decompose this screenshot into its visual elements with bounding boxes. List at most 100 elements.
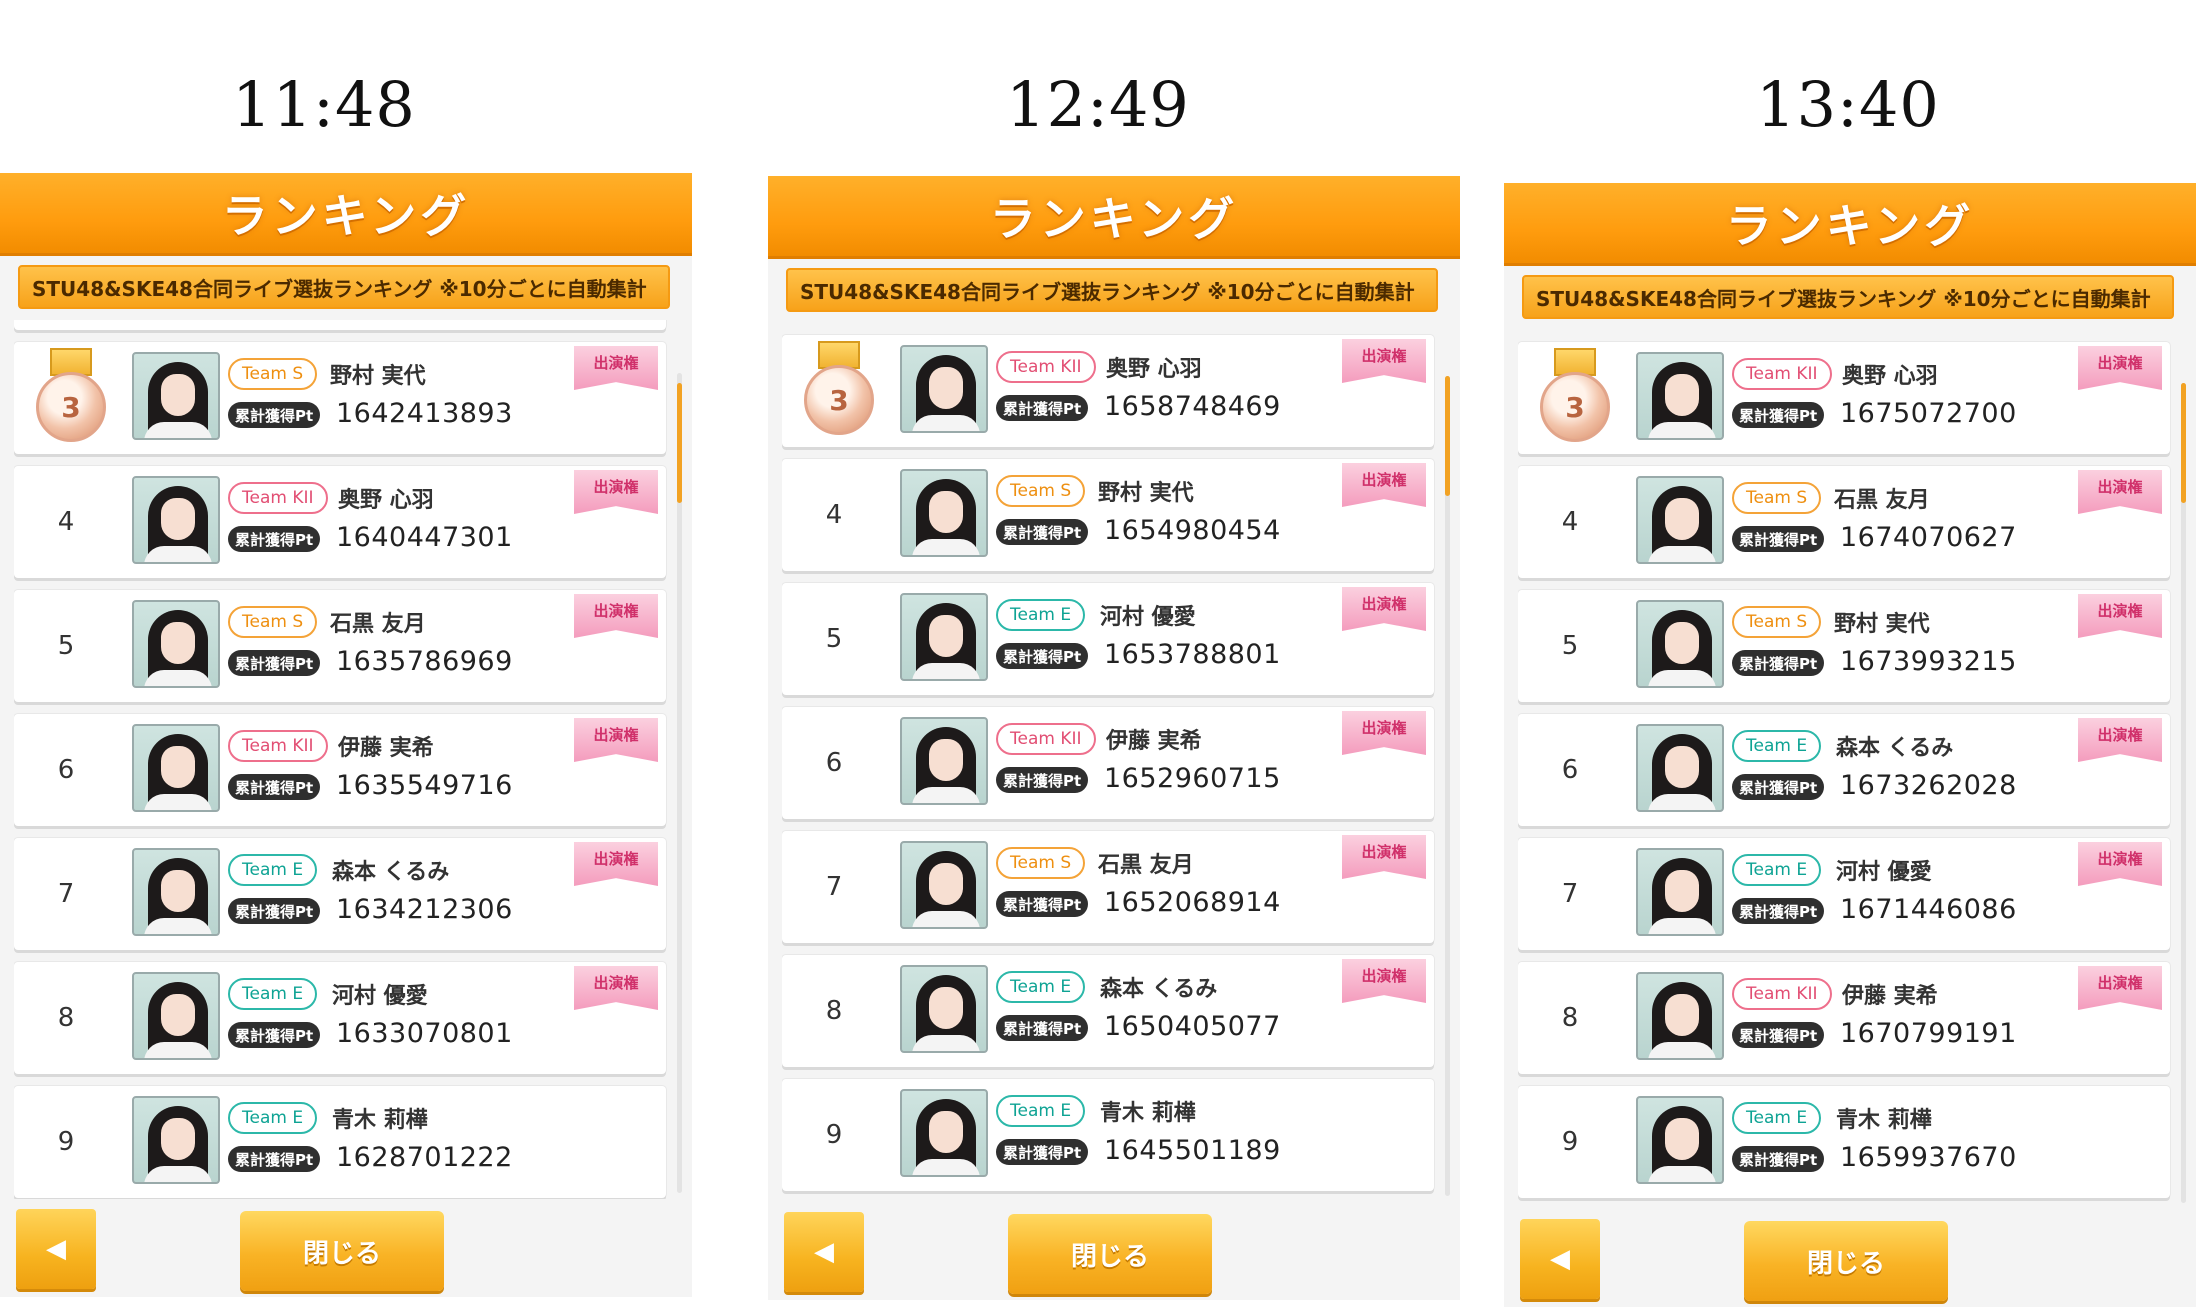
- scrollbar-thumb[interactable]: [1445, 376, 1450, 496]
- avatar-shirt: [1648, 670, 1716, 686]
- cumulative-points-label: 累計獲得Pt: [228, 898, 321, 924]
- member-avatar[interactable]: [132, 972, 220, 1060]
- performance-right-badge: 出演権: [1342, 959, 1426, 1003]
- rank-number: 5: [57, 631, 75, 661]
- ranking-row[interactable]: 9 Team E 青木 莉樺 累計獲得Pt 1645501189: [782, 1079, 1434, 1191]
- rank-number: 7: [57, 879, 75, 909]
- member-avatar[interactable]: [1636, 724, 1724, 812]
- ranking-row[interactable]: 8 Team E 河村 優愛 累計獲得Pt 1633070801 出演権: [14, 962, 666, 1074]
- back-button[interactable]: ◀: [784, 1212, 864, 1292]
- member-avatar[interactable]: [1636, 352, 1724, 440]
- member-avatar[interactable]: [132, 1096, 220, 1184]
- rank-number: 4: [57, 507, 75, 537]
- member-name: 石黒 友月: [1098, 853, 1194, 878]
- member-avatar[interactable]: [900, 469, 988, 557]
- scrollbar-thumb[interactable]: [2181, 383, 2186, 503]
- ranking-row[interactable]: 8 Team KII 伊藤 実希 累計獲得Pt 1670799191 出演権: [1518, 962, 2170, 1074]
- team-badge: Team S: [996, 847, 1086, 879]
- ranking-row[interactable]: 9 Team E 青木 莉樺 累計獲得Pt 1659937670: [1518, 1086, 2170, 1198]
- ranking-row[interactable]: 6 Team KII 伊藤 実希 累計獲得Pt 1652960715 出演権: [782, 707, 1434, 819]
- ranking-list[interactable]: 3 Team KII 奥野 心羽 累計獲得Pt 1658748469 出演権 4 Team…: [782, 323, 1438, 1202]
- member-avatar[interactable]: [132, 848, 220, 936]
- ranking-row[interactable]: 6 Team E 森本 くるみ 累計獲得Pt 1673262028 出演権: [1518, 714, 2170, 826]
- member-avatar[interactable]: [132, 600, 220, 688]
- avatar-shirt: [144, 546, 212, 562]
- ranking-row[interactable]: 8 Team E 森本 くるみ 累計獲得Pt 1650405077 出演権: [782, 955, 1434, 1067]
- scrollbar-thumb[interactable]: [677, 383, 682, 503]
- time-label-2: 12:49: [1006, 68, 1190, 141]
- cumulative-points-label: 累計獲得Pt: [1732, 526, 1825, 552]
- ranking-subtitle: STU48&SKE48合同ライブ選抜ランキング ※10分ごとに自動集計: [18, 265, 670, 309]
- panel-title: ランキング: [989, 192, 1239, 246]
- ranking-row[interactable]: 5 Team S 石黒 友月 累計獲得Pt 1635786969 出演権: [14, 590, 666, 702]
- avatar-face: [161, 498, 195, 540]
- member-avatar[interactable]: [1636, 476, 1724, 564]
- performance-right-badge: 出演権: [2078, 718, 2162, 762]
- time-label-3: 13:40: [1756, 68, 1940, 141]
- member-avatar[interactable]: [900, 841, 988, 929]
- ranking-list[interactable]: 3 Team KII 奥野 心羽 累計獲得Pt 1675072700 出演権 4 Team…: [1518, 330, 2174, 1209]
- ranking-row[interactable]: 9 Team E 青木 莉樺 累計獲得Pt 1628701222: [14, 1086, 666, 1198]
- member-name: 奥野 心羽: [1106, 357, 1202, 382]
- avatar-shirt: [1648, 794, 1716, 810]
- avatar-face: [161, 746, 195, 788]
- member-avatar[interactable]: [900, 965, 988, 1053]
- ranking-list[interactable]: 3 Team S 野村 実代 累計獲得Pt 1642413893 出演権 4 Team K…: [14, 320, 670, 1199]
- cumulative-points-value: 1635786969: [336, 646, 513, 677]
- team-badge: Team KII: [1732, 358, 1832, 390]
- avatar-shirt: [912, 415, 980, 431]
- avatar-shirt: [912, 1035, 980, 1051]
- close-button[interactable]: 閉じる: [240, 1211, 444, 1291]
- ranking-row[interactable]: 3 Team KII 奥野 心羽 累計獲得Pt 1658748469 出演権: [782, 335, 1434, 447]
- rank-number: 8: [825, 996, 843, 1026]
- ranking-row[interactable]: 4 Team KII 奥野 心羽 累計獲得Pt 1640447301 出演権: [14, 466, 666, 578]
- member-avatar[interactable]: [1636, 1096, 1724, 1184]
- avatar-face: [929, 615, 963, 657]
- close-button[interactable]: 閉じる: [1744, 1221, 1948, 1301]
- ranking-row[interactable]: 7 Team S 石黒 友月 累計獲得Pt 1652068914 出演権: [782, 831, 1434, 943]
- panel-title: ランキング: [1725, 199, 1975, 253]
- member-avatar[interactable]: [132, 352, 220, 440]
- ranking-row[interactable]: 3 Team S 野村 実代 累計獲得Pt 1642413893 出演権: [14, 342, 666, 454]
- team-badge: Team KII: [228, 482, 328, 514]
- avatar-face: [1665, 994, 1699, 1036]
- member-avatar[interactable]: [1636, 972, 1724, 1060]
- member-avatar[interactable]: [900, 717, 988, 805]
- list-scrollbar[interactable]: [1445, 376, 1450, 1196]
- list-scrollbar[interactable]: [2181, 383, 2186, 1203]
- back-button[interactable]: ◀: [16, 1209, 96, 1289]
- cumulative-points-value: 1673993215: [1840, 646, 2017, 677]
- ranking-row[interactable]: 3 Team KII 奥野 心羽 累計獲得Pt 1675072700 出演権: [1518, 342, 2170, 454]
- partial-row: [14, 320, 666, 330]
- ranking-row[interactable]: 4 Team S 石黒 友月 累計獲得Pt 1674070627 出演権: [1518, 466, 2170, 578]
- ranking-row[interactable]: 5 Team S 野村 実代 累計獲得Pt 1673993215 出演権: [1518, 590, 2170, 702]
- performance-right-badge: 出演権: [1342, 339, 1426, 383]
- team-badge: Team S: [228, 606, 318, 638]
- close-button[interactable]: 閉じる: [1008, 1214, 1212, 1294]
- avatar-shirt: [144, 794, 212, 810]
- member-avatar[interactable]: [900, 1089, 988, 1177]
- ranking-row[interactable]: 4 Team S 野村 実代 累計獲得Pt 1654980454 出演権: [782, 459, 1434, 571]
- ranking-row[interactable]: 7 Team E 森本 くるみ 累計獲得Pt 1634212306 出演権: [14, 838, 666, 950]
- ranking-row[interactable]: 7 Team E 河村 優愛 累計獲得Pt 1671446086 出演権: [1518, 838, 2170, 950]
- back-button[interactable]: ◀: [1520, 1219, 1600, 1299]
- cumulative-points-label: 累計獲得Pt: [228, 650, 321, 676]
- rank-number: 9: [825, 1120, 843, 1150]
- member-avatar[interactable]: [132, 724, 220, 812]
- member-avatar[interactable]: [900, 345, 988, 433]
- ranking-row[interactable]: 6 Team KII 伊藤 実希 累計獲得Pt 1635549716 出演権: [14, 714, 666, 826]
- cumulative-points-label: 累計獲得Pt: [1732, 898, 1825, 924]
- cumulative-points-value: 1633070801: [336, 1018, 513, 1049]
- rank-number: 8: [57, 1003, 75, 1033]
- member-avatar[interactable]: [132, 476, 220, 564]
- cumulative-points-label: 累計獲得Pt: [1732, 1146, 1825, 1172]
- list-scrollbar[interactable]: [677, 373, 682, 1193]
- member-avatar[interactable]: [900, 593, 988, 681]
- cumulative-points-label: 累計獲得Pt: [996, 767, 1089, 793]
- member-avatar[interactable]: [1636, 848, 1724, 936]
- avatar-shirt: [912, 663, 980, 679]
- ranking-row[interactable]: 5 Team E 河村 優愛 累計獲得Pt 1653788801 出演権: [782, 583, 1434, 695]
- team-badge: Team E: [996, 971, 1086, 1003]
- member-avatar[interactable]: [1636, 600, 1724, 688]
- performance-right-badge: 出演権: [574, 718, 658, 762]
